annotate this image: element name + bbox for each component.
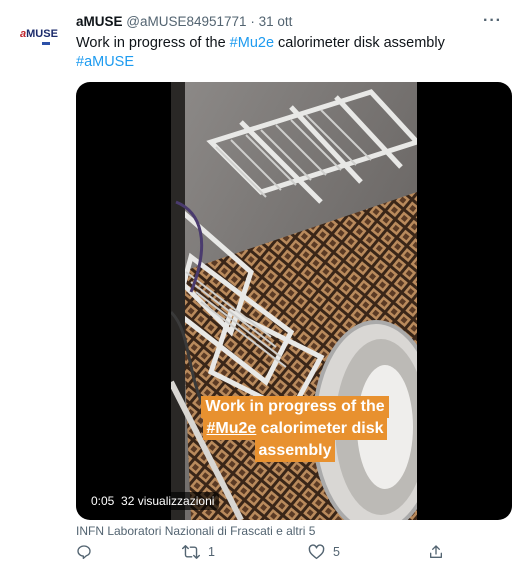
separator: · (250, 14, 255, 29)
reply-icon (77, 545, 91, 559)
avatar[interactable]: aMUSE (20, 24, 66, 54)
like-icon (308, 544, 325, 560)
caption-hashtag: #Mu2e (206, 420, 257, 437)
video-views: 32 visualizzazioni (121, 494, 215, 508)
tweet-text: Work in progress of the #Mu2e calorimete… (76, 34, 496, 72)
tweet-actions: 1 5 (76, 544, 496, 564)
video-source[interactable]: INFN Laboratori Nazionali di Frascati e … (76, 524, 315, 538)
caption-line-2-text: calorimeter disk (256, 420, 384, 437)
caption-line-3: assembly (254, 440, 336, 462)
hashtag-amuse[interactable]: #aMUSE (76, 54, 134, 70)
tweet-text-part: Work in progress of the (76, 35, 230, 51)
video-player[interactable]: Work in progress of the #Mu2e calorimete… (76, 82, 512, 520)
like-count: 5 (333, 545, 340, 559)
retweet-count: 1 (208, 545, 215, 559)
hashtag-mu2e[interactable]: #Mu2e (230, 35, 274, 51)
retweet-icon (182, 545, 200, 559)
video-caption: Work in progress of the #Mu2e calorimete… (200, 396, 390, 462)
like-button[interactable]: 5 (308, 544, 340, 560)
tweet-date[interactable]: 31 ott (259, 14, 293, 29)
author-name[interactable]: aMUSE (76, 14, 123, 29)
eu-flag-icon (42, 42, 50, 45)
caption-line-1: Work in progress of the (201, 396, 389, 418)
more-icon[interactable]: ··· (483, 12, 502, 30)
reply-button[interactable] (76, 544, 100, 560)
tweet-text-part: calorimeter disk assembly (274, 35, 445, 51)
share-button[interactable] (428, 544, 444, 560)
video-time: 0:05 (91, 494, 115, 508)
tweet-card[interactable]: aMUSE aMUSE @aMUSE84951771 · 31 ott ··· … (0, 0, 518, 564)
author-handle[interactable]: @aMUSE84951771 (126, 14, 246, 29)
video-stats-badge: 0:05 32 visualizzazioni (86, 492, 220, 510)
share-icon (430, 545, 442, 558)
retweet-button[interactable]: 1 (182, 544, 215, 560)
avatar-logo: aMUSE (20, 28, 58, 40)
tweet-header: aMUSE @aMUSE84951771 · 31 ott (76, 14, 292, 29)
caption-line-2: #Mu2e calorimeter disk (202, 418, 388, 440)
